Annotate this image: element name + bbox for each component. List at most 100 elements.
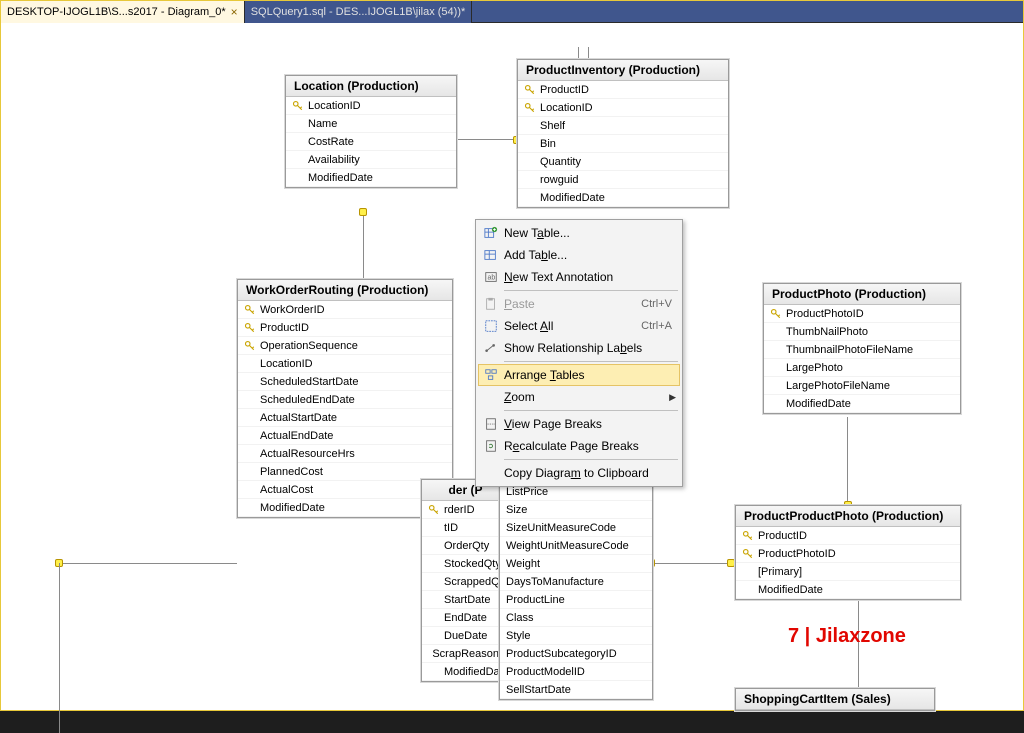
submenu-arrow-icon: ▶ — [666, 392, 676, 403]
column-row[interactable]: ModifiedDate — [518, 189, 728, 207]
primary-key-icon — [742, 530, 754, 542]
column-name: Class — [506, 612, 534, 624]
recalc-icon — [482, 439, 500, 453]
column-name: DaysToManufacture — [506, 576, 604, 588]
menu-item[interactable]: Copy Diagram to Clipboard — [478, 462, 680, 484]
column-row[interactable]: ProductLine — [500, 591, 652, 609]
relationship-line — [59, 563, 60, 733]
menu-item[interactable]: Zoom▶ — [478, 386, 680, 408]
column-row[interactable]: ScheduledStartDate — [238, 373, 452, 391]
column-row[interactable]: ProductID — [736, 527, 960, 545]
column-name: StartDate — [444, 594, 490, 606]
labels-icon — [482, 341, 500, 355]
primary-key-icon — [524, 84, 536, 96]
column-name: ScheduledEndDate — [260, 394, 355, 406]
column-row[interactable]: rowguid — [518, 171, 728, 189]
column-name: EndDate — [444, 612, 487, 624]
table-add-icon — [482, 248, 500, 262]
column-name: LargePhotoFileName — [786, 380, 890, 392]
column-row[interactable]: SellStartDate — [500, 681, 652, 699]
column-row[interactable]: Weight — [500, 555, 652, 573]
relationship-line — [59, 563, 237, 564]
column-row[interactable]: ModifiedDate — [764, 395, 960, 413]
menu-item[interactable]: New Table... — [478, 222, 680, 244]
column-row[interactable]: LocationID — [518, 99, 728, 117]
primary-key-icon — [770, 308, 782, 320]
column-name: PlannedCost — [260, 466, 323, 478]
column-row[interactable]: ThumbnailPhotoFileName — [764, 341, 960, 359]
column-name: WorkOrderID — [260, 304, 325, 316]
column-name: ProductSubcategoryID — [506, 648, 617, 660]
primary-key-icon — [244, 304, 256, 316]
document-tab-bar: DESKTOP-IJOGL1B\S...s2017 - Diagram_0* ×… — [1, 1, 1023, 23]
menu-item[interactable]: Recalculate Page Breaks — [478, 435, 680, 457]
column-row[interactable]: ModifiedDate — [238, 499, 452, 517]
column-row[interactable]: ModifiedDate — [286, 169, 456, 187]
column-name: Name — [308, 118, 337, 130]
tab-diagram[interactable]: DESKTOP-IJOGL1B\S...s2017 - Diagram_0* × — [1, 1, 245, 23]
column-row[interactable]: ActualStartDate — [238, 409, 452, 427]
column-row[interactable]: LargePhotoFileName — [764, 377, 960, 395]
table-shoppingcartitem[interactable]: ShoppingCartItem (Sales) — [735, 688, 935, 711]
column-row[interactable]: LocationID — [238, 355, 452, 373]
column-row[interactable]: [Primary] — [736, 563, 960, 581]
column-name: ActualResourceHrs — [260, 448, 355, 460]
column-row[interactable]: ActualEndDate — [238, 427, 452, 445]
column-row[interactable]: Bin — [518, 135, 728, 153]
column-row[interactable]: ProductID — [238, 319, 452, 337]
column-row[interactable]: ScheduledEndDate — [238, 391, 452, 409]
column-row[interactable]: ProductSubcategoryID — [500, 645, 652, 663]
menu-item[interactable]: Show Relationship Labels — [478, 337, 680, 359]
relationship-line — [847, 417, 848, 505]
column-row[interactable]: ProductModelID — [500, 663, 652, 681]
annotation-icon: ab — [482, 270, 500, 284]
diagram-canvas[interactable]: Location (Production) LocationIDNameCost… — [1, 23, 1023, 710]
column-row[interactable]: Quantity — [518, 153, 728, 171]
column-row[interactable]: WeightUnitMeasureCode — [500, 537, 652, 555]
primary-key-icon — [292, 100, 304, 112]
watermark-text: 7 | Jilaxzone — [788, 625, 906, 648]
column-row[interactable]: PlannedCost — [238, 463, 452, 481]
column-row[interactable]: DaysToManufacture — [500, 573, 652, 591]
column-name: ModifiedDate — [758, 584, 823, 596]
column-row[interactable]: Shelf — [518, 117, 728, 135]
column-row[interactable]: ThumbNailPhoto — [764, 323, 960, 341]
column-row[interactable]: ActualCost — [238, 481, 452, 499]
menu-item[interactable]: abNew Text Annotation — [478, 266, 680, 288]
menu-item[interactable]: Add Table... — [478, 244, 680, 266]
primary-key-icon — [244, 340, 256, 352]
close-icon[interactable]: × — [231, 5, 238, 19]
column-name: ProductModelID — [506, 666, 585, 678]
column-row[interactable]: Name — [286, 115, 456, 133]
menu-item[interactable]: Arrange Tables — [478, 364, 680, 386]
relationship-line — [457, 139, 517, 140]
column-row[interactable]: ProductPhotoID — [764, 305, 960, 323]
column-row[interactable]: Size — [500, 501, 652, 519]
table-location[interactable]: Location (Production) LocationIDNameCost… — [285, 75, 457, 188]
column-row[interactable]: SizeUnitMeasureCode — [500, 519, 652, 537]
menu-item: PasteCtrl+V — [478, 293, 680, 315]
column-name: SellStartDate — [506, 684, 571, 696]
column-row[interactable]: Style — [500, 627, 652, 645]
column-row[interactable]: Class — [500, 609, 652, 627]
menu-item[interactable]: View Page Breaks — [478, 413, 680, 435]
menu-item[interactable]: Select AllCtrl+A — [478, 315, 680, 337]
primary-key-icon — [524, 102, 536, 114]
column-row[interactable]: OperationSequence — [238, 337, 452, 355]
column-row[interactable]: WorkOrderID — [238, 301, 452, 319]
column-row[interactable]: ProductID — [518, 81, 728, 99]
table-productinventory[interactable]: ProductInventory (Production) ProductIDL… — [517, 59, 729, 208]
column-row[interactable]: ProductPhotoID — [736, 545, 960, 563]
column-row[interactable]: ActualResourceHrs — [238, 445, 452, 463]
table-productphoto[interactable]: ProductPhoto (Production) ProductPhotoID… — [763, 283, 961, 414]
column-row[interactable]: ModifiedDate — [736, 581, 960, 599]
column-row[interactable]: CostRate — [286, 133, 456, 151]
column-row[interactable]: LargePhoto — [764, 359, 960, 377]
table-productproductphoto[interactable]: ProductProductPhoto (Production) Product… — [735, 505, 961, 600]
column-row[interactable]: LocationID — [286, 97, 456, 115]
svg-text:ab: ab — [488, 275, 496, 282]
column-name: ModifiedDate — [540, 192, 605, 204]
column-row[interactable]: Availability — [286, 151, 456, 169]
tab-sqlquery[interactable]: SQLQuery1.sql - DES...IJOGL1B\jilax (54)… — [245, 1, 473, 23]
primary-key-icon — [742, 548, 754, 560]
